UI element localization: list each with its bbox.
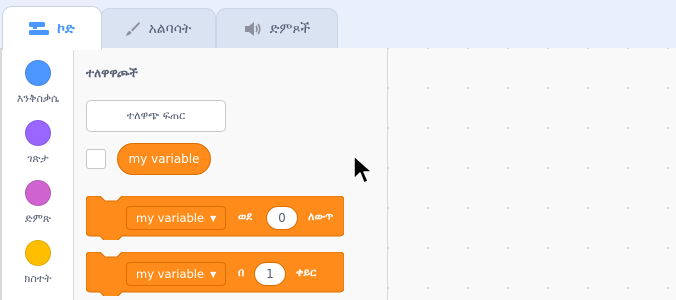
tab-code[interactable]: ኮድ (2, 6, 102, 50)
change-variable-block[interactable]: my variable ▼ በ 1 ቀይር (86, 252, 344, 296)
category-events[interactable]: ክስተት (2, 240, 74, 286)
tab-costumes-label: አልባሳት (148, 21, 192, 37)
speaker-icon (244, 22, 262, 36)
script-workspace[interactable] (388, 48, 676, 300)
category-events-dot (25, 240, 51, 266)
variable-reporter-block[interactable]: my variable (117, 143, 211, 175)
chevron-down-icon: ▼ (210, 269, 217, 279)
mouse-pointer-icon (353, 155, 373, 189)
tab-costumes[interactable]: አልባሳት (100, 8, 216, 50)
change-block-word: በ (238, 266, 245, 279)
category-motion-label: እንቅስቃሴ (16, 92, 60, 105)
code-icon (29, 21, 50, 36)
brush-icon (125, 21, 141, 37)
tab-sounds[interactable]: ድምጾች (216, 8, 338, 50)
set-variable-dropdown-label: my variable (136, 211, 205, 225)
make-variable-button[interactable]: ተለዋጭ ፍጠር (86, 100, 226, 132)
category-sound-dot (25, 180, 51, 206)
tab-sounds-label: ድምጾች (269, 21, 311, 37)
menu-edge (0, 48, 2, 300)
set-value-input[interactable]: 0 (266, 206, 298, 230)
chevron-down-icon: ▼ (210, 213, 217, 223)
category-looks-label: ገጽታ (27, 152, 49, 165)
set-variable-dropdown[interactable]: my variable ▼ (126, 206, 226, 230)
tab-code-label: ኮድ (57, 20, 75, 37)
block-palette[interactable]: ተለዋዋጮች ተለዋጭ ፍጠር my variable my variable … (74, 48, 388, 300)
editor-tabs: ኮድ አልባሳት ድምጾች (0, 0, 676, 50)
set-block-word: ወደ (238, 210, 253, 223)
category-looks-dot (25, 120, 51, 146)
category-sound[interactable]: ድምጽ (2, 180, 74, 226)
category-looks[interactable]: ገጽታ (2, 120, 74, 166)
change-value-input[interactable]: 1 (254, 262, 286, 286)
palette-section-title: ተለዋዋጮች (86, 66, 138, 80)
change-variable-dropdown-label: my variable (136, 267, 205, 281)
category-motion[interactable]: እንቅስቃሴ (2, 60, 74, 106)
category-menu: እንቅስቃሴ ገጽታ ድምጽ ክስተት (0, 48, 74, 300)
change-block-suffix: ቀይር (296, 266, 317, 279)
category-sound-label: ድምጽ (25, 212, 51, 225)
category-motion-dot (25, 60, 51, 86)
category-events-label: ክስተት (24, 272, 52, 285)
set-block-suffix: ለውጥ (308, 210, 334, 223)
set-variable-block[interactable]: my variable ▼ ወደ 0 ለውጥ (86, 196, 344, 240)
variable-checkbox[interactable] (86, 149, 106, 169)
change-variable-dropdown[interactable]: my variable ▼ (126, 262, 226, 286)
